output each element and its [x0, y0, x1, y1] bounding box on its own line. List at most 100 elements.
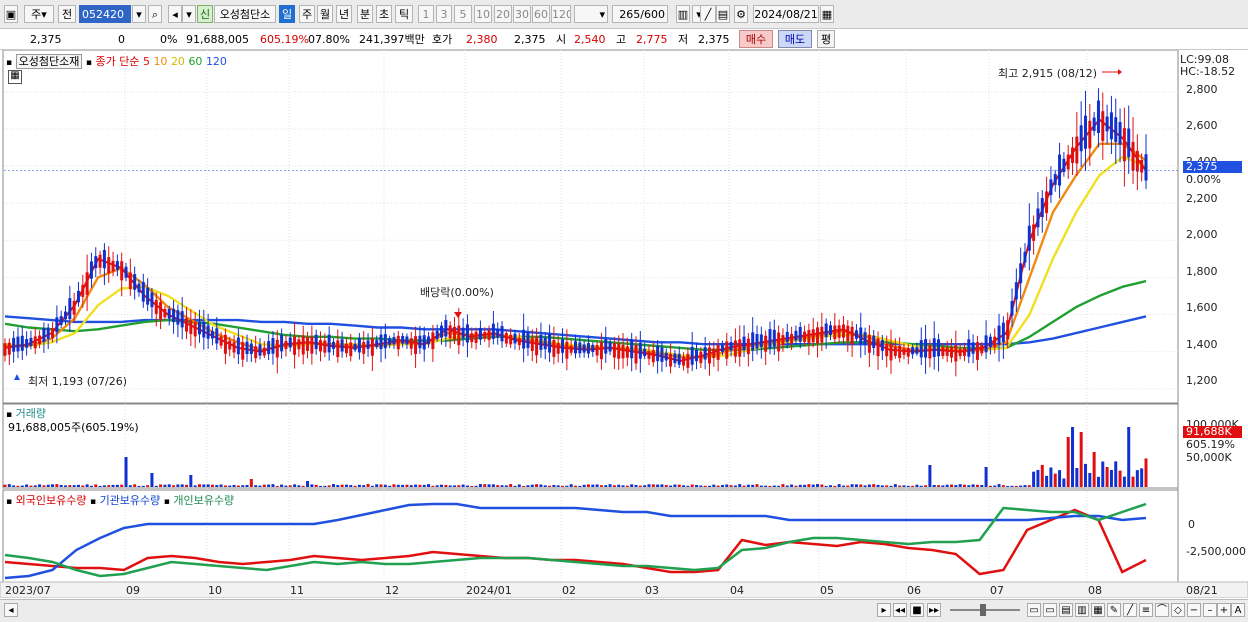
candle-body	[1066, 154, 1070, 170]
layout-icon-5[interactable]: ▦	[1091, 603, 1105, 617]
candle-body	[850, 326, 854, 345]
stock-chart[interactable]	[0, 50, 1248, 598]
eval-button[interactable]: 평	[817, 30, 835, 48]
period-select[interactable]: ▾	[574, 5, 608, 23]
candle-body	[461, 327, 465, 339]
num-20[interactable]: 20	[494, 5, 512, 23]
forward-icon[interactable]: ▸▸	[927, 603, 941, 617]
layout-icon-2[interactable]: ▭	[1043, 603, 1057, 617]
draw-tool-icon[interactable]: ✎	[1107, 603, 1121, 617]
hoga-value: 2,380	[466, 33, 498, 46]
num-3[interactable]: 3	[436, 5, 452, 23]
scroll-left-icon[interactable]: ◂	[4, 603, 18, 617]
window-icon[interactable]: ▣	[4, 5, 18, 23]
candle-body	[133, 274, 137, 290]
sell-button[interactable]: 매도	[778, 30, 812, 48]
mode-ju-select[interactable]: 주▾	[24, 5, 54, 23]
trend-tool-icon[interactable]: ╱	[1123, 603, 1137, 617]
chevron-down-icon-2[interactable]: ▾	[182, 5, 196, 23]
zoom-out-icon[interactable]: −	[1187, 603, 1201, 617]
candle-body	[81, 284, 85, 297]
save-icon[interactable]: ▤	[716, 5, 730, 23]
num-120[interactable]: 120	[551, 5, 571, 23]
candle-body	[988, 336, 992, 348]
open-label: 시	[556, 33, 567, 46]
volume-bar	[785, 485, 789, 487]
text-tool-icon[interactable]: A	[1231, 603, 1245, 617]
candles	[3, 88, 1178, 377]
candle-body	[932, 338, 936, 357]
calendar-icon[interactable]: ▦	[820, 5, 834, 23]
candle-icon[interactable]: ▥	[676, 5, 690, 23]
stock-code-input[interactable]: 052420	[79, 5, 131, 23]
candle-body	[651, 350, 655, 363]
mode-jeon-button[interactable]: 전	[58, 5, 76, 23]
candle-body	[608, 342, 612, 352]
num-1[interactable]: 1	[418, 5, 434, 23]
layout-icon-3[interactable]: ▤	[1059, 603, 1073, 617]
dividend-note: 배당락(0.00%)	[420, 286, 494, 299]
volume-bar	[522, 485, 526, 487]
volume-value: 91,688,005	[186, 33, 249, 46]
date-field[interactable]: 2024/08/21	[753, 5, 819, 23]
num-10[interactable]: 10	[474, 5, 492, 23]
volume-bar	[1053, 473, 1057, 487]
candle-body	[924, 339, 928, 358]
minimize-icon[interactable]: –	[1203, 603, 1217, 617]
candle-body	[1122, 128, 1126, 162]
grid-toggle-icon[interactable]: ▦	[8, 70, 22, 84]
candle-body	[885, 343, 889, 357]
volume-bar	[1140, 468, 1144, 487]
speaker-icon[interactable]: ◂	[168, 5, 182, 23]
price-panel-name[interactable]: 오성첨단소재	[15, 54, 83, 69]
candle-body	[1088, 120, 1092, 149]
hoga-label: 호가	[432, 33, 453, 46]
zoom-in-icon[interactable]: +	[1217, 603, 1231, 617]
period-minute[interactable]: 분	[357, 5, 373, 23]
rewind-icon[interactable]: ◂◂	[893, 603, 907, 617]
count-field[interactable]: 265/600	[612, 5, 668, 23]
magnet-icon[interactable]: ⌒	[1155, 603, 1169, 617]
candle-body	[906, 348, 910, 357]
zoom-slider-handle[interactable]	[980, 604, 986, 616]
candle-body	[301, 335, 305, 355]
volume-bar	[124, 457, 128, 487]
num-5[interactable]: 5	[454, 5, 472, 23]
num-60[interactable]: 60	[532, 5, 550, 23]
volume-bar	[478, 484, 482, 487]
stock-name-field[interactable]: 오성첨단소	[214, 5, 276, 23]
legend-square-icon-6: ▪	[163, 497, 170, 507]
chart-scrollbar[interactable]: ◂ ▸ ◂◂ ■ ▸▸ ▭ ▭ ▤ ▥ ▦ ✎ ╱ ≡ ⌒ ◇ − – + A	[0, 599, 1248, 622]
buy-button[interactable]: 매수	[739, 30, 773, 48]
fib-tool-icon[interactable]: ≡	[1139, 603, 1153, 617]
period-day[interactable]: 일	[279, 5, 295, 23]
scroll-right-icon[interactable]: ▸	[877, 603, 891, 617]
period-tick[interactable]: 틱	[395, 5, 413, 23]
volume-bar	[548, 485, 552, 487]
period-week[interactable]: 주	[299, 5, 315, 23]
period-second[interactable]: 초	[376, 5, 392, 23]
stop-icon[interactable]: ■	[910, 603, 924, 617]
volume-bar	[457, 485, 461, 487]
candle-body	[107, 257, 111, 274]
candle-body	[1010, 301, 1014, 316]
layout-icon-4[interactable]: ▥	[1075, 603, 1089, 617]
chevron-down-icon[interactable]: ▾	[132, 5, 146, 23]
period-month[interactable]: 월	[317, 5, 333, 23]
layout-icon-1[interactable]: ▭	[1027, 603, 1041, 617]
volume-bar	[612, 485, 616, 487]
num-30[interactable]: 30	[513, 5, 531, 23]
volume-bar	[146, 485, 150, 487]
candle-body	[29, 337, 33, 346]
pin-icon[interactable]: ◇	[1171, 603, 1185, 617]
change-value: 0	[118, 33, 125, 46]
volume-bar	[937, 485, 941, 487]
search-icon[interactable]: ⌕	[148, 5, 162, 23]
candle-body	[465, 324, 469, 343]
line-tool-icon[interactable]: ╱	[700, 5, 716, 23]
period-year[interactable]: 년	[336, 5, 352, 23]
candle-body	[599, 342, 603, 360]
candle-body	[59, 316, 63, 325]
volume-bar	[496, 485, 500, 487]
gear-icon[interactable]: ⚙	[734, 5, 748, 23]
